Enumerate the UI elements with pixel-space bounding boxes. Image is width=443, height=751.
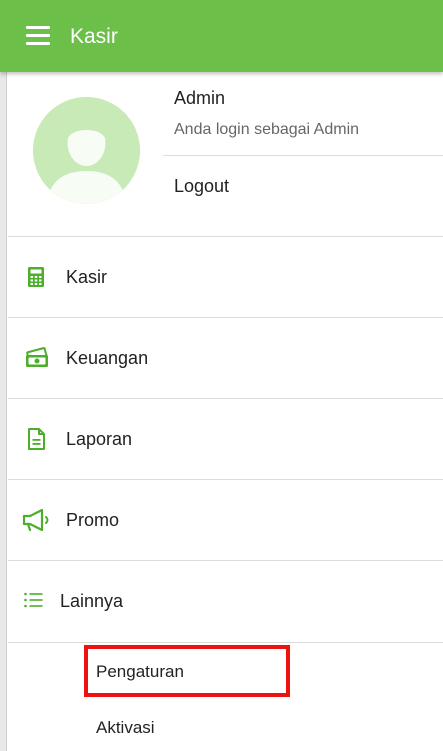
- submenu-divider: [8, 642, 443, 643]
- menu-item-laporan[interactable]: Laporan: [8, 398, 443, 479]
- logout-button[interactable]: Logout: [174, 176, 229, 197]
- app-title: Kasir: [70, 25, 118, 48]
- profile-subtitle: Anda login sebagai Admin: [174, 121, 360, 138]
- list-icon: [23, 589, 45, 611]
- menu-label-kasir: Kasir: [66, 267, 108, 287]
- document-icon: [25, 428, 47, 450]
- menu-label-lainnya: Lainnya: [60, 591, 124, 611]
- menu-label-promo: Promo: [66, 510, 120, 530]
- user-avatar-icon: [33, 97, 140, 204]
- menu-item-keuangan[interactable]: Keuangan: [8, 317, 443, 398]
- menu-item-kasir[interactable]: Kasir: [8, 236, 443, 317]
- profile-divider: [163, 155, 443, 156]
- menu-item-lainnya[interactable]: Lainnya: [8, 560, 443, 642]
- drawer-edge: [0, 72, 7, 751]
- megaphone-icon: [22, 508, 50, 532]
- profile-header: Admin Anda login sebagai Admin Logout: [8, 72, 443, 236]
- menu-label-keuangan: Keuangan: [66, 348, 149, 368]
- menu-item-promo[interactable]: Promo: [8, 479, 443, 560]
- submenu-item-aktivasi[interactable]: Aktivasi: [96, 718, 155, 738]
- menu-label-laporan: Laporan: [66, 429, 133, 449]
- app-bar: Kasir: [0, 0, 443, 72]
- hamburger-menu-icon[interactable]: [26, 26, 50, 46]
- highlight-box: [84, 645, 290, 697]
- money-icon: [25, 347, 48, 369]
- profile-name: Admin: [174, 88, 226, 108]
- calculator-icon: [25, 266, 47, 288]
